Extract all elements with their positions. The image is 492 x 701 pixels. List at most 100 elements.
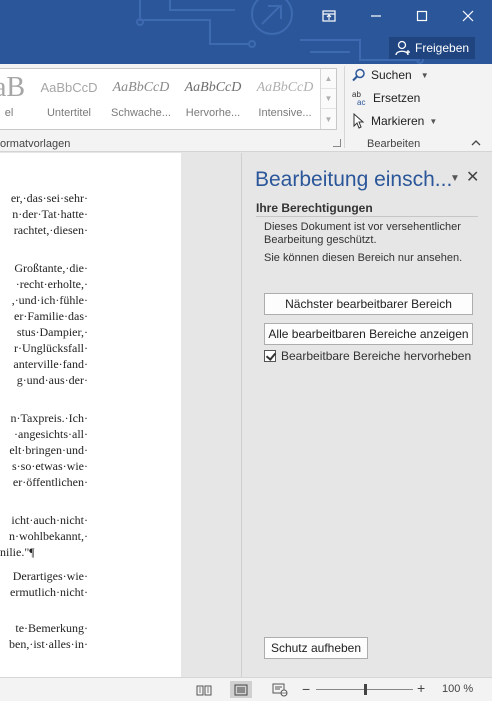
search-label: Suchen (371, 68, 412, 82)
ribbon-display-options-icon (322, 10, 336, 22)
style-item-hervorhebung[interactable]: AaBbCcD Hervorhe... (180, 75, 246, 121)
style-name: el (4, 107, 14, 119)
ribbon-display-options-button[interactable] (317, 6, 341, 26)
document-area: er,·das·sei·sehr· n·der·Tat·hatte· racht… (0, 153, 241, 677)
text-line: nilie."¶ (0, 545, 35, 559)
show-all-editable-regions-button[interactable]: Alle bearbeitbaren Bereiche anzeigen (264, 323, 473, 345)
text-line: Großtante,·die· (14, 261, 88, 275)
styles-gallery: aB el AaBbCcD Untertitel AaBbCcD Schwach… (0, 68, 337, 130)
text-line: n·Taxpreis.·Ich· (10, 411, 88, 425)
minimize-icon (371, 15, 381, 17)
person-icon (395, 40, 410, 56)
dialog-launcher-icon[interactable] (333, 139, 341, 147)
protected-message: Dieses Dokument ist vor versehentlicher … (264, 221, 461, 246)
replace-icon: abac (352, 90, 365, 106)
text-line: ben,·ist·alles·in· (9, 637, 88, 651)
chevron-down-icon: ▼ (420, 70, 429, 80)
scroll-up-icon[interactable]: ▲ (321, 69, 336, 89)
text-line: er·öffentlichen· (12, 475, 88, 489)
text-line: icht·auch·nicht· (11, 513, 88, 527)
highlight-regions-option[interactable]: Bearbeitbare Bereiche hervorheben (264, 349, 471, 363)
share-label: Freigeben (415, 41, 470, 55)
text-line: rachtet,·diesen· (13, 223, 88, 237)
text-line: er·Familie·das· (14, 309, 88, 323)
maximize-icon (416, 10, 428, 22)
text-line: Derartiges·wie· (12, 569, 88, 583)
style-name: Hervorhe... (185, 107, 241, 119)
search-icon (352, 68, 365, 82)
web-layout-button[interactable] (269, 681, 291, 698)
svg-text:ac: ac (357, 98, 365, 106)
print-layout-button[interactable] (230, 681, 252, 698)
select-cursor-icon (353, 113, 365, 129)
text-line: g·und·aus·der· (16, 373, 88, 387)
style-name: Untertitel (46, 107, 92, 119)
text-line: n·wohlbekannt,· (9, 529, 88, 543)
style-item-intensive[interactable]: AaBbCcD Intensive... (252, 75, 318, 121)
highlight-regions-checkbox[interactable] (264, 350, 276, 362)
style-item-schwache[interactable]: AaBbCcD Schwache... (109, 75, 173, 121)
pane-close-icon[interactable]: ✕ (466, 167, 479, 187)
text-line: r·Unglücksfall· (14, 341, 88, 355)
text-line: te·Bemerkung· (15, 621, 88, 635)
text-line: elt·bringen·und· (9, 443, 88, 457)
zoom-level[interactable]: 100 % (442, 683, 473, 695)
title-bar: Freigeben (0, 0, 492, 64)
minimize-button[interactable] (364, 6, 388, 26)
search-button[interactable]: Suchen ▼ (352, 65, 429, 85)
read-mode-icon (196, 685, 212, 695)
zoom-slider-thumb[interactable] (364, 684, 367, 695)
replace-button[interactable]: ab ac Ersetzen (352, 88, 420, 108)
close-icon (462, 10, 474, 22)
style-item-title[interactable]: aB el (0, 72, 26, 121)
next-editable-region-button[interactable]: Nächster bearbeitbarer Bereich (264, 293, 473, 315)
chevron-down-icon: ▼ (429, 116, 438, 126)
gallery-more-icon[interactable]: ▼ (321, 109, 336, 129)
text-line: anterville·fand· (13, 357, 88, 371)
text-line: ermutlich·nicht· (10, 585, 88, 599)
style-item-untertitel[interactable]: AaBbCcD Untertitel (36, 75, 102, 121)
style-name: Schwache... (111, 107, 171, 119)
style-sample: AaBbCcD (184, 80, 242, 95)
document-page[interactable]: er,·das·sei·sehr· n·der·Tat·hatte· racht… (0, 153, 181, 677)
highlight-regions-label: Bearbeitbare Bereiche hervorheben (281, 349, 472, 363)
edit-group-label: Bearbeiten (367, 138, 421, 150)
ribbon-group-separator (344, 66, 345, 148)
permissions-heading: Ihre Berechtigungen (256, 201, 373, 215)
text-line: s·so·etwas·wie· (12, 459, 88, 473)
collapse-ribbon-icon[interactable] (471, 138, 481, 150)
text-line: n·der·Tat·hatte· (12, 207, 88, 221)
read-mode-button[interactable] (193, 681, 215, 698)
select-label: Markieren (371, 114, 425, 128)
pane-title: Bearbeitung einsch... (255, 168, 453, 191)
replace-label: Ersetzen (373, 91, 421, 105)
text-line: ,·und·ich·fühle· (11, 293, 88, 307)
text-line: ·angesichts·all· (14, 427, 88, 441)
zoom-out-button[interactable]: − (302, 681, 310, 697)
restrict-editing-pane: Bearbeitung einsch... ▼ ✕ Ihre Berechtig… (242, 153, 492, 677)
style-sample: AaBbCcD (256, 80, 314, 95)
style-name: Intensive... (258, 107, 312, 119)
styles-group-label: ormatvorlagen (0, 138, 71, 150)
zoom-in-button[interactable]: + (417, 680, 425, 696)
close-window-button[interactable] (456, 6, 480, 26)
print-layout-icon (234, 684, 248, 695)
maximize-button[interactable] (410, 6, 434, 26)
gallery-scrollbar[interactable]: ▲ ▼ ▼ (320, 69, 336, 129)
style-sample: AaBbCcD (112, 80, 170, 95)
divider (256, 216, 478, 217)
text-line: ·recht·erholte,· (15, 277, 88, 291)
style-sample: AaBbCcD (40, 80, 98, 95)
select-button[interactable]: Markieren ▼ (352, 111, 437, 131)
text-line: stus·Dampier,· (16, 325, 88, 339)
view-only-message: Sie können diesen Bereich nur ansehen. (264, 252, 463, 264)
share-button[interactable]: Freigeben (389, 37, 475, 59)
stop-protection-button[interactable]: Schutz aufheben (264, 637, 368, 659)
web-layout-icon (272, 683, 288, 696)
text-line: er,·das·sei·sehr· (10, 191, 88, 205)
style-sample: aB (0, 72, 26, 103)
pane-options-icon[interactable]: ▼ (450, 173, 460, 184)
ribbon: aB el AaBbCcD Untertitel AaBbCcD Schwach… (0, 64, 492, 152)
scroll-down-icon[interactable]: ▼ (321, 89, 336, 109)
status-bar: − + 100 % (0, 677, 492, 701)
